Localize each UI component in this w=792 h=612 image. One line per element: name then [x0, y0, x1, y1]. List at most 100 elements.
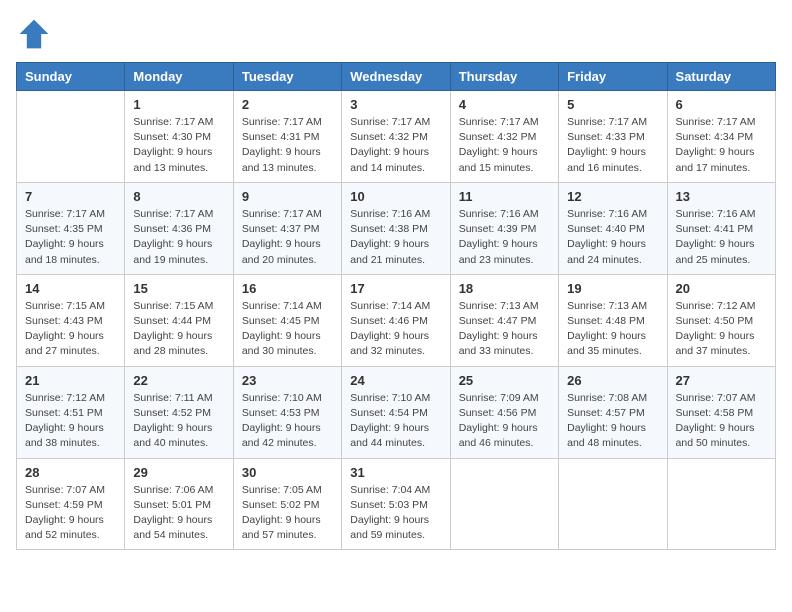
calendar-cell: 22 Sunrise: 7:11 AM Sunset: 4:52 PM Dayl… [125, 366, 233, 458]
day-info: Sunrise: 7:17 AM Sunset: 4:31 PM Dayligh… [242, 115, 333, 176]
calendar-cell: 14 Sunrise: 7:15 AM Sunset: 4:43 PM Dayl… [17, 274, 125, 366]
calendar-cell: 12 Sunrise: 7:16 AM Sunset: 4:40 PM Dayl… [559, 182, 667, 274]
sunrise-text: Sunrise: 7:12 AM [676, 300, 756, 312]
daylight-text: Daylight: 9 hours and 37 minutes. [676, 330, 755, 357]
day-number: 18 [459, 281, 550, 296]
day-info: Sunrise: 7:10 AM Sunset: 4:53 PM Dayligh… [242, 391, 333, 452]
sunrise-text: Sunrise: 7:16 AM [567, 208, 647, 220]
calendar-cell: 16 Sunrise: 7:14 AM Sunset: 4:45 PM Dayl… [233, 274, 341, 366]
daylight-text: Daylight: 9 hours and 48 minutes. [567, 422, 646, 449]
calendar-cell: 29 Sunrise: 7:06 AM Sunset: 5:01 PM Dayl… [125, 458, 233, 550]
sunset-text: Sunset: 4:45 PM [242, 315, 320, 327]
sunrise-text: Sunrise: 7:10 AM [350, 392, 430, 404]
sunset-text: Sunset: 4:33 PM [567, 131, 645, 143]
daylight-text: Daylight: 9 hours and 16 minutes. [567, 146, 646, 173]
day-info: Sunrise: 7:04 AM Sunset: 5:03 PM Dayligh… [350, 483, 441, 544]
sunrise-text: Sunrise: 7:17 AM [567, 116, 647, 128]
daylight-text: Daylight: 9 hours and 32 minutes. [350, 330, 429, 357]
day-info: Sunrise: 7:07 AM Sunset: 4:58 PM Dayligh… [676, 391, 767, 452]
calendar-table: SundayMondayTuesdayWednesdayThursdayFrid… [16, 62, 776, 550]
logo [16, 16, 56, 52]
calendar-cell: 5 Sunrise: 7:17 AM Sunset: 4:33 PM Dayli… [559, 91, 667, 183]
day-info: Sunrise: 7:15 AM Sunset: 4:44 PM Dayligh… [133, 299, 224, 360]
calendar-cell: 6 Sunrise: 7:17 AM Sunset: 4:34 PM Dayli… [667, 91, 775, 183]
sunrise-text: Sunrise: 7:13 AM [459, 300, 539, 312]
calendar-week-row: 1 Sunrise: 7:17 AM Sunset: 4:30 PM Dayli… [17, 91, 776, 183]
day-number: 7 [25, 189, 116, 204]
day-number: 2 [242, 97, 333, 112]
calendar-cell: 1 Sunrise: 7:17 AM Sunset: 4:30 PM Dayli… [125, 91, 233, 183]
calendar-cell: 31 Sunrise: 7:04 AM Sunset: 5:03 PM Dayl… [342, 458, 450, 550]
daylight-text: Daylight: 9 hours and 17 minutes. [676, 146, 755, 173]
sunset-text: Sunset: 4:38 PM [350, 223, 428, 235]
sunset-text: Sunset: 4:37 PM [242, 223, 320, 235]
daylight-text: Daylight: 9 hours and 46 minutes. [459, 422, 538, 449]
day-number: 9 [242, 189, 333, 204]
calendar-header-row: SundayMondayTuesdayWednesdayThursdayFrid… [17, 63, 776, 91]
sunrise-text: Sunrise: 7:17 AM [242, 208, 322, 220]
day-number: 20 [676, 281, 767, 296]
sunrise-text: Sunrise: 7:17 AM [350, 116, 430, 128]
sunrise-text: Sunrise: 7:16 AM [459, 208, 539, 220]
daylight-text: Daylight: 9 hours and 54 minutes. [133, 514, 212, 541]
sunset-text: Sunset: 5:03 PM [350, 499, 428, 511]
sunset-text: Sunset: 5:02 PM [242, 499, 320, 511]
day-info: Sunrise: 7:16 AM Sunset: 4:41 PM Dayligh… [676, 207, 767, 268]
calendar-cell: 11 Sunrise: 7:16 AM Sunset: 4:39 PM Dayl… [450, 182, 558, 274]
sunset-text: Sunset: 4:31 PM [242, 131, 320, 143]
calendar-day-header: Friday [559, 63, 667, 91]
daylight-text: Daylight: 9 hours and 38 minutes. [25, 422, 104, 449]
day-info: Sunrise: 7:05 AM Sunset: 5:02 PM Dayligh… [242, 483, 333, 544]
calendar-cell: 18 Sunrise: 7:13 AM Sunset: 4:47 PM Dayl… [450, 274, 558, 366]
daylight-text: Daylight: 9 hours and 13 minutes. [133, 146, 212, 173]
calendar-week-row: 7 Sunrise: 7:17 AM Sunset: 4:35 PM Dayli… [17, 182, 776, 274]
day-info: Sunrise: 7:11 AM Sunset: 4:52 PM Dayligh… [133, 391, 224, 452]
day-info: Sunrise: 7:17 AM Sunset: 4:36 PM Dayligh… [133, 207, 224, 268]
day-info: Sunrise: 7:17 AM Sunset: 4:35 PM Dayligh… [25, 207, 116, 268]
calendar-cell [17, 91, 125, 183]
sunset-text: Sunset: 4:34 PM [676, 131, 754, 143]
day-info: Sunrise: 7:07 AM Sunset: 4:59 PM Dayligh… [25, 483, 116, 544]
day-info: Sunrise: 7:08 AM Sunset: 4:57 PM Dayligh… [567, 391, 658, 452]
calendar-cell: 7 Sunrise: 7:17 AM Sunset: 4:35 PM Dayli… [17, 182, 125, 274]
daylight-text: Daylight: 9 hours and 23 minutes. [459, 238, 538, 265]
sunrise-text: Sunrise: 7:14 AM [242, 300, 322, 312]
logo-icon [16, 16, 52, 52]
sunset-text: Sunset: 4:44 PM [133, 315, 211, 327]
day-info: Sunrise: 7:14 AM Sunset: 4:45 PM Dayligh… [242, 299, 333, 360]
day-info: Sunrise: 7:13 AM Sunset: 4:48 PM Dayligh… [567, 299, 658, 360]
sunrise-text: Sunrise: 7:15 AM [25, 300, 105, 312]
sunset-text: Sunset: 4:56 PM [459, 407, 537, 419]
calendar-cell: 27 Sunrise: 7:07 AM Sunset: 4:58 PM Dayl… [667, 366, 775, 458]
daylight-text: Daylight: 9 hours and 14 minutes. [350, 146, 429, 173]
calendar-cell: 24 Sunrise: 7:10 AM Sunset: 4:54 PM Dayl… [342, 366, 450, 458]
calendar-cell: 10 Sunrise: 7:16 AM Sunset: 4:38 PM Dayl… [342, 182, 450, 274]
calendar-cell: 15 Sunrise: 7:15 AM Sunset: 4:44 PM Dayl… [125, 274, 233, 366]
daylight-text: Daylight: 9 hours and 28 minutes. [133, 330, 212, 357]
calendar-week-row: 21 Sunrise: 7:12 AM Sunset: 4:51 PM Dayl… [17, 366, 776, 458]
sunset-text: Sunset: 4:59 PM [25, 499, 103, 511]
calendar-cell: 2 Sunrise: 7:17 AM Sunset: 4:31 PM Dayli… [233, 91, 341, 183]
sunrise-text: Sunrise: 7:17 AM [459, 116, 539, 128]
day-info: Sunrise: 7:09 AM Sunset: 4:56 PM Dayligh… [459, 391, 550, 452]
calendar-day-header: Thursday [450, 63, 558, 91]
sunrise-text: Sunrise: 7:09 AM [459, 392, 539, 404]
day-info: Sunrise: 7:16 AM Sunset: 4:39 PM Dayligh… [459, 207, 550, 268]
daylight-text: Daylight: 9 hours and 20 minutes. [242, 238, 321, 265]
calendar-day-header: Sunday [17, 63, 125, 91]
sunset-text: Sunset: 4:54 PM [350, 407, 428, 419]
sunrise-text: Sunrise: 7:07 AM [25, 484, 105, 496]
day-number: 13 [676, 189, 767, 204]
calendar-week-row: 28 Sunrise: 7:07 AM Sunset: 4:59 PM Dayl… [17, 458, 776, 550]
sunrise-text: Sunrise: 7:10 AM [242, 392, 322, 404]
day-number: 6 [676, 97, 767, 112]
daylight-text: Daylight: 9 hours and 59 minutes. [350, 514, 429, 541]
daylight-text: Daylight: 9 hours and 24 minutes. [567, 238, 646, 265]
daylight-text: Daylight: 9 hours and 52 minutes. [25, 514, 104, 541]
calendar-cell: 20 Sunrise: 7:12 AM Sunset: 4:50 PM Dayl… [667, 274, 775, 366]
sunset-text: Sunset: 4:48 PM [567, 315, 645, 327]
sunset-text: Sunset: 4:43 PM [25, 315, 103, 327]
day-info: Sunrise: 7:17 AM Sunset: 4:32 PM Dayligh… [459, 115, 550, 176]
sunset-text: Sunset: 4:36 PM [133, 223, 211, 235]
day-number: 19 [567, 281, 658, 296]
